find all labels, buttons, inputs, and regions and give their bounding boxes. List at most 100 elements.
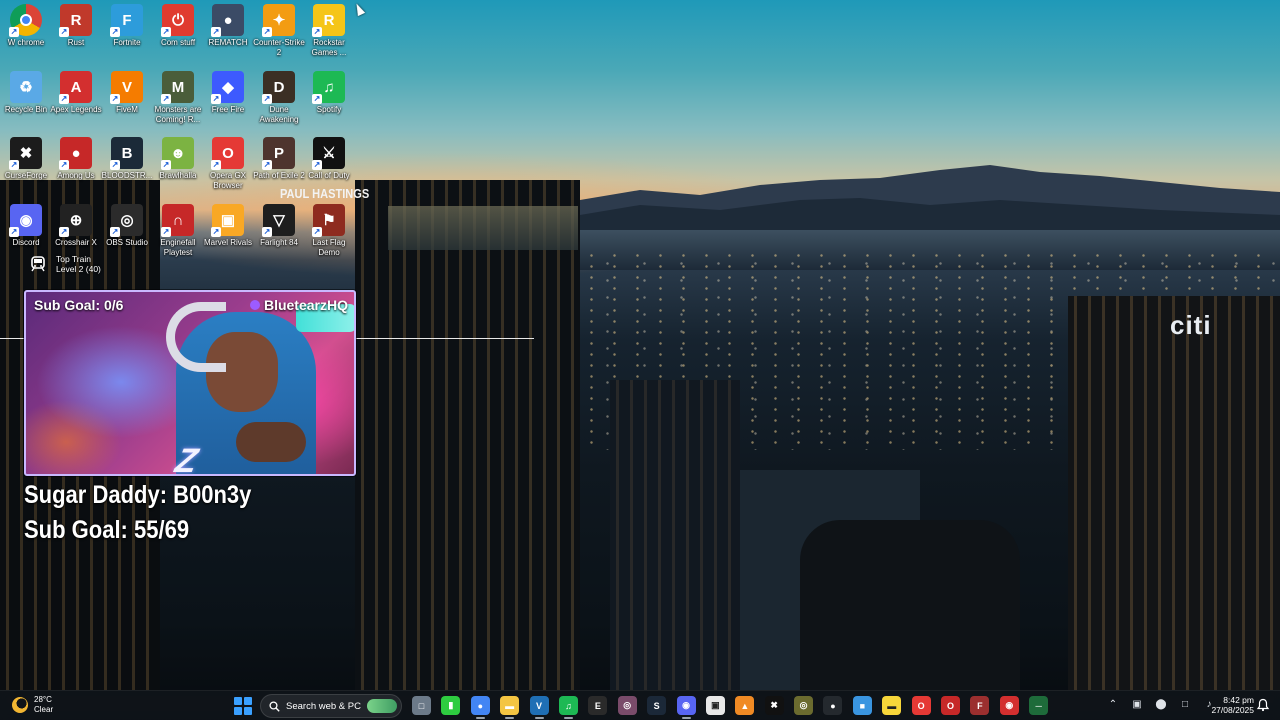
sub-goal-text: Sub Goal: 55/69	[24, 516, 190, 544]
spotify-icon: ♫ ↗	[312, 71, 345, 104]
photos-icon: ■	[859, 700, 866, 711]
headset-icon	[166, 302, 226, 372]
taskbar-app-sticky-notes[interactable]: ▬	[882, 696, 902, 715]
shortcut-arrow-icon: ↗	[161, 160, 171, 170]
desktop-icon[interactable]: ● ↗ REMATCH	[202, 4, 254, 68]
taskbar-app-green-line[interactable]: ─	[1029, 696, 1049, 715]
fortnite-tb-icon: F	[977, 700, 983, 711]
shortcut-arrow-icon: ↗	[59, 94, 69, 104]
desktop-icon[interactable]: ▣ ↗ Marvel Rivals	[202, 204, 254, 268]
icon-glyph: ⏻	[172, 11, 184, 29]
taskbar-app-file-explorer[interactable]: ▬	[500, 696, 520, 719]
rust-icon: R ↗	[59, 4, 92, 37]
desktop-icon[interactable]: ⚑ ↗ Last Flag Demo	[303, 204, 355, 268]
desktop-icon[interactable]: ✖ ↗ CurseForge	[0, 137, 52, 201]
taskbar-app-photos[interactable]: ■	[852, 696, 872, 715]
desktop-icon[interactable]: ◎ ↗ OBS Studio	[101, 204, 153, 268]
clock[interactable]: 8:42 pm 27/08/2025	[1206, 695, 1254, 715]
taskbar-app-task-view[interactable]: □	[412, 696, 431, 715]
icon-glyph: ▽	[273, 212, 285, 229]
taskbar-app-vlc[interactable]: ▲	[735, 696, 755, 715]
desktop-icon[interactable]: ∩ ↗ Enginefall Playtest	[152, 204, 204, 268]
train-icon	[28, 254, 48, 274]
gallery-icon: ▣	[711, 700, 720, 710]
shortcut-arrow-icon: ↗	[262, 27, 272, 37]
taskbar-app-fortnite-tb[interactable]: F	[970, 696, 990, 715]
desktop-icon-label: Free Fire	[211, 105, 245, 114]
taskbar-app-spotify[interactable]: ♫	[558, 696, 578, 719]
taskbar-app-obs[interactable]: ◎	[617, 696, 637, 715]
icon-glyph: ∩	[172, 211, 184, 229]
taskbar-app-discord[interactable]: ◉	[676, 696, 696, 719]
weather-condition: Clear	[34, 704, 54, 714]
farlight-icon: ▽ ↗	[262, 204, 295, 237]
taskbar-app-steam[interactable]: S	[647, 696, 667, 715]
cam-channel-name: BluetearzHQ	[249, 297, 348, 313]
github-icon: ●	[830, 700, 836, 711]
desktop-icon[interactable]: A ↗ Apex Legends	[50, 71, 102, 135]
taskbar-app-red-app[interactable]: ◉	[999, 696, 1019, 715]
desktop-icon[interactable]: ⚔ ↗ Call of Duty	[303, 137, 355, 201]
icon-glyph: A	[70, 78, 82, 96]
chrome-icon: ●	[477, 700, 483, 711]
taskbar-app-visual-studio[interactable]: V	[529, 696, 549, 719]
desktop-icon[interactable]: R ↗ Rust	[50, 4, 102, 68]
desktop-icon[interactable]: ● ↗ Among Us	[50, 137, 102, 201]
green-line-icon: ─	[1035, 700, 1042, 711]
taskbar-app-chrome[interactable]: ●	[470, 696, 490, 719]
desktop-icon-label: OBS Studio	[106, 238, 148, 247]
taskbar-app-capcut[interactable]: ✖	[764, 696, 784, 715]
app-circle-icon: ◎	[799, 700, 808, 710]
desktop-icon[interactable]: V ↗ FiveM	[101, 71, 153, 135]
taskbar-app-gallery[interactable]: ▣	[705, 696, 725, 715]
icon-glyph: ◎	[120, 212, 134, 229]
last-flag-icon: ⚑ ↗	[312, 204, 345, 237]
top-train-widget[interactable]: Top Train Level 2 (40)	[28, 254, 101, 274]
desktop-icon[interactable]: ♻ Recycle Bin	[0, 71, 52, 135]
taskbar-app-github[interactable]: ●	[823, 696, 843, 715]
start-button[interactable]	[234, 697, 252, 715]
desktop-icon[interactable]: M ↗ Monsters are Coming! R...	[152, 71, 204, 135]
desktop-icon-label: Com stuff	[160, 38, 196, 47]
desktop-icon[interactable]: ▽ ↗ Farlight 84	[253, 204, 305, 268]
notification-bell-icon[interactable]	[1256, 698, 1270, 712]
desktop-icon[interactable]: ◆ ↗ Free Fire	[202, 71, 254, 135]
office-block	[740, 470, 920, 690]
monsters-icon: M ↗	[161, 71, 194, 104]
obs-icon: ◎	[623, 700, 632, 710]
desktop-icon[interactable]: ☻ ↗ Brawlhalla	[152, 137, 204, 201]
obs-icon: ◎ ↗	[110, 204, 143, 237]
sugar-daddy-text: Sugar Daddy: B00n3y	[24, 481, 252, 509]
icon-glyph: ●	[223, 11, 233, 29]
weather-widget[interactable]: 28°C Clear	[12, 695, 53, 714]
taskbar-app-app-circle[interactable]: ◎	[794, 696, 814, 715]
taskbar-app-green-app[interactable]: ▮	[441, 696, 461, 715]
taskbar-search[interactable]: Search web & PC	[260, 694, 402, 718]
desktop-icon-label: Monsters are Coming! R...	[154, 105, 202, 124]
tower-center	[355, 180, 580, 690]
twitch-icon	[249, 300, 260, 310]
taskbar-app-opera-gx[interactable]: O	[941, 696, 961, 715]
desktop-icon[interactable]: P ↗ Path of Exile 2	[253, 137, 305, 201]
tray-app-icon[interactable]: ▣	[1130, 697, 1144, 711]
desktop-icon[interactable]: ✦ ↗ Counter-Strike 2	[253, 4, 305, 68]
microphone-icon[interactable]: ⬤	[1154, 697, 1168, 711]
top-train-text: Top Train Level 2 (40)	[56, 254, 101, 274]
desktop-icon[interactable]: ↗ W chrome	[0, 4, 52, 68]
shortcut-arrow-icon: ↗	[59, 227, 69, 237]
desktop-icon[interactable]: F ↗ Fortnite	[101, 4, 153, 68]
network-icon[interactable]: □	[1178, 697, 1192, 711]
desktop-icon[interactable]: O ↗ Opera GX Browser	[202, 137, 254, 201]
desktop-icon[interactable]: B ↗ BLOODSTR...	[101, 137, 153, 201]
desktop-icon[interactable]: ⏻ ↗ Com stuff	[152, 4, 204, 68]
clock-date: 27/08/2025	[1211, 705, 1254, 715]
chevron-up-icon[interactable]: ⌃	[1106, 697, 1120, 711]
desktop-icon[interactable]: D ↗ Dune Awakening	[253, 71, 305, 135]
desktop-icon[interactable]: R ↗ Rockstar Games ...	[303, 4, 355, 68]
desktop-icon[interactable]: ♫ ↗ Spotify	[303, 71, 355, 135]
shortcut-arrow-icon: ↗	[59, 160, 69, 170]
icon-glyph: ✦	[272, 12, 286, 29]
taskbar-app-opera[interactable]: O	[911, 696, 931, 715]
shortcut-arrow-icon: ↗	[110, 94, 120, 104]
taskbar-app-epic-games[interactable]: E	[588, 696, 608, 715]
